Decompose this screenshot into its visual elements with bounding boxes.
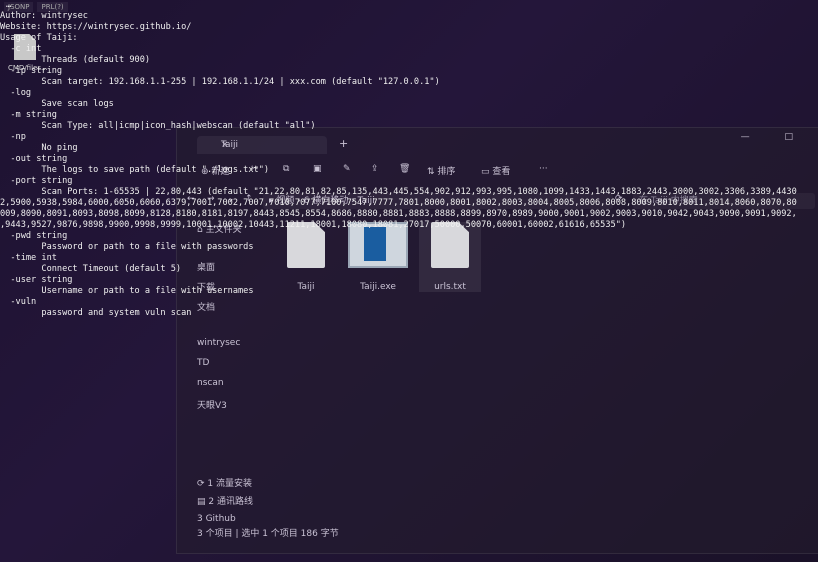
terminal-line: Scan Ports: 1-65535 | 22,80,443 (default… — [0, 187, 797, 197]
terminal-line: Threads (default 900) — [0, 55, 151, 65]
terminal-line: Website: https://wintrysec.github.io/ — [0, 22, 192, 32]
terminal-line: Username or path to a file with username… — [0, 286, 254, 296]
terminal-line: -vuln — [0, 297, 37, 307]
terminal-line: -user string — [0, 275, 73, 285]
terminal-line: Connect Timeout (default 5) — [0, 264, 182, 274]
terminal-line: -log — [0, 88, 32, 98]
terminal-line: Password or path to a file with password… — [0, 242, 254, 252]
terminal-line: -ip string — [0, 66, 63, 76]
terminal-line: -time int — [0, 253, 57, 263]
terminal-line: -m string — [0, 110, 57, 120]
terminal-lines: Author: wintrysec Website: https://wintry… — [0, 11, 818, 319]
terminal-line: 009,8090,8091,8093,8098,8099,8128,8180,8… — [0, 209, 797, 219]
terminal-line: -np — [0, 132, 26, 142]
terminal-line: The logs to save path (default "./logs.t… — [0, 165, 270, 175]
terminal-line: -port string — [0, 176, 73, 186]
terminal-line: -c int — [0, 44, 42, 54]
terminal-line: password and system vuln scan — [0, 308, 192, 318]
terminal-line: No ping — [0, 143, 78, 153]
terminal-line: -out string — [0, 154, 68, 164]
terminal-line: -pwd string — [0, 231, 68, 241]
terminal-line: Scan target: 192.168.1.1-255 | 192.168.1… — [0, 77, 440, 87]
terminal-line: ,9443,9527,9876,9898,9900,9998,9999,1000… — [0, 220, 627, 230]
terminal-line: Usage of Taiji: — [0, 33, 78, 43]
terminal-line: 2,5900,5938,5984,6000,6050,6060,6379,700… — [0, 198, 797, 208]
terminal-line: Save scan logs — [0, 99, 114, 109]
terminal-output[interactable]: … Author: wintrysec Website: https://wintr… — [0, 0, 818, 562]
terminal-line: Scan Type: all|icmp|icon_hash|webscan (d… — [0, 121, 316, 131]
ascii-art-logo: … — [6, 0, 12, 10]
terminal-line: Author: wintrysec — [0, 11, 88, 21]
